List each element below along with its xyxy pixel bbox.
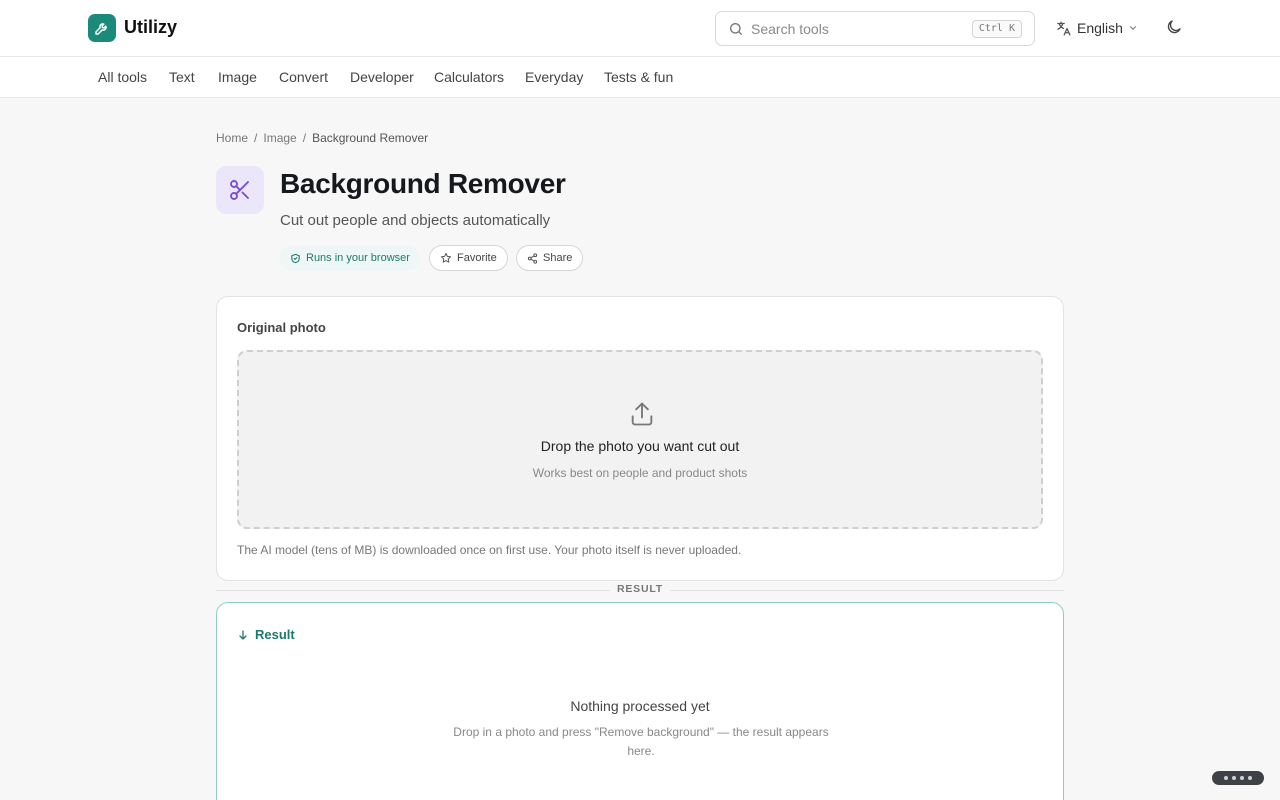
search-box[interactable]: Ctrl K [715,11,1035,46]
share-label: Share [543,252,573,264]
nav-item-everyday[interactable]: Everyday [525,69,583,85]
empty-state-title: Nothing processed yet [570,698,710,714]
breadcrumb-home[interactable]: Home [216,131,248,145]
nav-item-text[interactable]: Text [169,69,195,85]
nav-item-all-tools[interactable]: All tools [98,69,147,85]
dropzone-subtitle: Works best on people and product shots [532,466,748,480]
logo-wrench-icon[interactable] [88,14,116,42]
dot-icon [1248,776,1252,780]
star-icon [441,253,451,263]
scissors-icon [230,180,249,200]
shield-check-icon [291,253,300,263]
share-button[interactable]: Share [516,245,584,271]
page-subtitle: Cut out people and objects automatically [280,212,551,229]
search-input[interactable] [751,18,971,40]
breadcrumb-current: Background Remover [312,131,429,145]
dot-icon [1240,776,1244,780]
search-shortcut-hint: Ctrl K [971,20,1022,38]
search-icon [730,23,742,35]
breadcrumb-category[interactable]: Image [263,131,296,145]
translate-icon [1057,20,1071,36]
favorite-button[interactable]: Favorite [429,245,508,271]
nav-item-developer[interactable]: Developer [350,69,414,85]
floating-menu-handle[interactable] [1212,771,1264,785]
page-title: Background Remover [280,168,566,199]
result-divider-label: RESULT [610,583,670,595]
language-selector[interactable]: English [1055,17,1138,39]
result-label: Result [255,627,295,642]
breadcrumb-separator: / [254,131,258,145]
empty-state-subtitle: Drop in a photo and press "Remove backgr… [453,725,829,758]
upload-icon [631,402,653,426]
share-icon [527,252,538,264]
privacy-note: The AI model (tens of MB) is downloaded … [237,543,742,557]
original-photo-label: Original photo [237,320,326,335]
app-name[interactable]: Utilizy [124,17,177,38]
photo-dropzone[interactable]: Drop the photo you want cut out Works be… [237,350,1043,529]
language-label: English [1077,20,1123,36]
dot-icon [1224,776,1228,780]
theme-toggle-button[interactable] [1165,18,1183,41]
runs-in-browser-badge: Runs in your browser [280,245,420,271]
dot-icon [1232,776,1236,780]
runs-in-browser-label: Runs in your browser [306,252,410,264]
arrow-down-icon [239,629,247,640]
breadcrumb-separator: / [302,131,307,145]
favorite-label: Favorite [457,252,497,264]
nav-item-image[interactable]: Image [218,69,257,85]
result-card: Result Nothing processed yet Drop in a p… [216,602,1064,800]
original-photo-card: Original photo Drop the photo you want c… [216,296,1064,581]
result-heading: Result [237,627,295,642]
tool-icon-tile [216,166,264,214]
category-nav: All tools Text Image Convert Developer C… [0,57,1280,98]
nav-item-convert[interactable]: Convert [279,69,328,85]
dropzone-title: Drop the photo you want cut out [540,438,740,454]
breadcrumb: Home / Image / Background Remover [216,131,428,145]
chevron-down-icon [1129,26,1136,30]
nav-item-tests-fun[interactable]: Tests & fun [604,69,673,85]
moon-icon [1167,20,1181,34]
nav-item-calculators[interactable]: Calculators [434,69,504,85]
top-bar: Utilizy Ctrl K English [0,0,1280,57]
